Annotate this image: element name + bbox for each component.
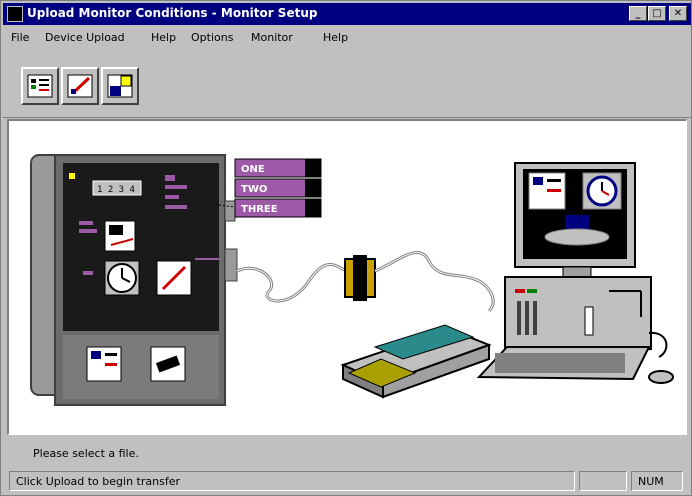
maximize-button[interactable]: □ bbox=[648, 6, 666, 21]
menu-help[interactable]: Help bbox=[151, 31, 176, 44]
menu-device-upload[interactable]: Device Upload bbox=[45, 31, 125, 44]
status-message: Please select a file. bbox=[33, 447, 139, 460]
note-config-button[interactable] bbox=[101, 67, 139, 105]
close-button[interactable]: ✕ bbox=[669, 6, 687, 21]
minimize-button[interactable]: _ bbox=[629, 6, 647, 21]
desktop-computer-icon bbox=[476, 162, 674, 384]
menu-monitor[interactable]: Monitor bbox=[251, 31, 293, 44]
edit-config-icon bbox=[67, 74, 93, 98]
status-indicator-2 bbox=[579, 471, 627, 491]
app-window: Upload Monitor Conditions - Monitor Setu… bbox=[0, 0, 692, 496]
upload-config-button[interactable] bbox=[21, 67, 59, 105]
note-config-icon bbox=[107, 74, 133, 98]
panel-label-three: THREE bbox=[241, 204, 278, 215]
menu-help-2[interactable]: Help bbox=[323, 31, 348, 44]
status-bar-message: Please select a file. bbox=[7, 441, 687, 465]
toolbar bbox=[3, 51, 691, 118]
cable-icon bbox=[236, 250, 495, 313]
menu-file[interactable]: File bbox=[11, 31, 29, 44]
status-bar-panels: Click Upload to begin transfer NUM bbox=[7, 469, 687, 493]
panel-label-two: TWO bbox=[241, 184, 267, 195]
app-icon[interactable] bbox=[7, 6, 23, 22]
device-connection-illustration: 1 2 3 4 ONE TWO THREE bbox=[30, 154, 674, 406]
svg-text:1 2 3 4: 1 2 3 4 bbox=[97, 185, 135, 195]
portable-monitor-icon: 1 2 3 4 bbox=[30, 154, 238, 406]
edit-config-button[interactable] bbox=[61, 67, 99, 105]
window-title: Upload Monitor Conditions - Monitor Setu… bbox=[27, 6, 318, 20]
status-hint: Click Upload to begin transfer bbox=[9, 471, 575, 491]
status-indicator-num: NUM bbox=[631, 471, 683, 491]
menu-options[interactable]: Options bbox=[191, 31, 233, 44]
menu-bar: File Device Upload Help Options Monitor … bbox=[3, 27, 691, 49]
title-bar[interactable]: Upload Monitor Conditions - Monitor Setu… bbox=[3, 3, 691, 25]
illustration-canvas: 1 2 3 4 ONE TWO THREE bbox=[7, 119, 687, 435]
upload-config-icon bbox=[27, 74, 53, 98]
printer-cradle-icon bbox=[340, 324, 492, 399]
panel-label-one: ONE bbox=[241, 164, 265, 175]
